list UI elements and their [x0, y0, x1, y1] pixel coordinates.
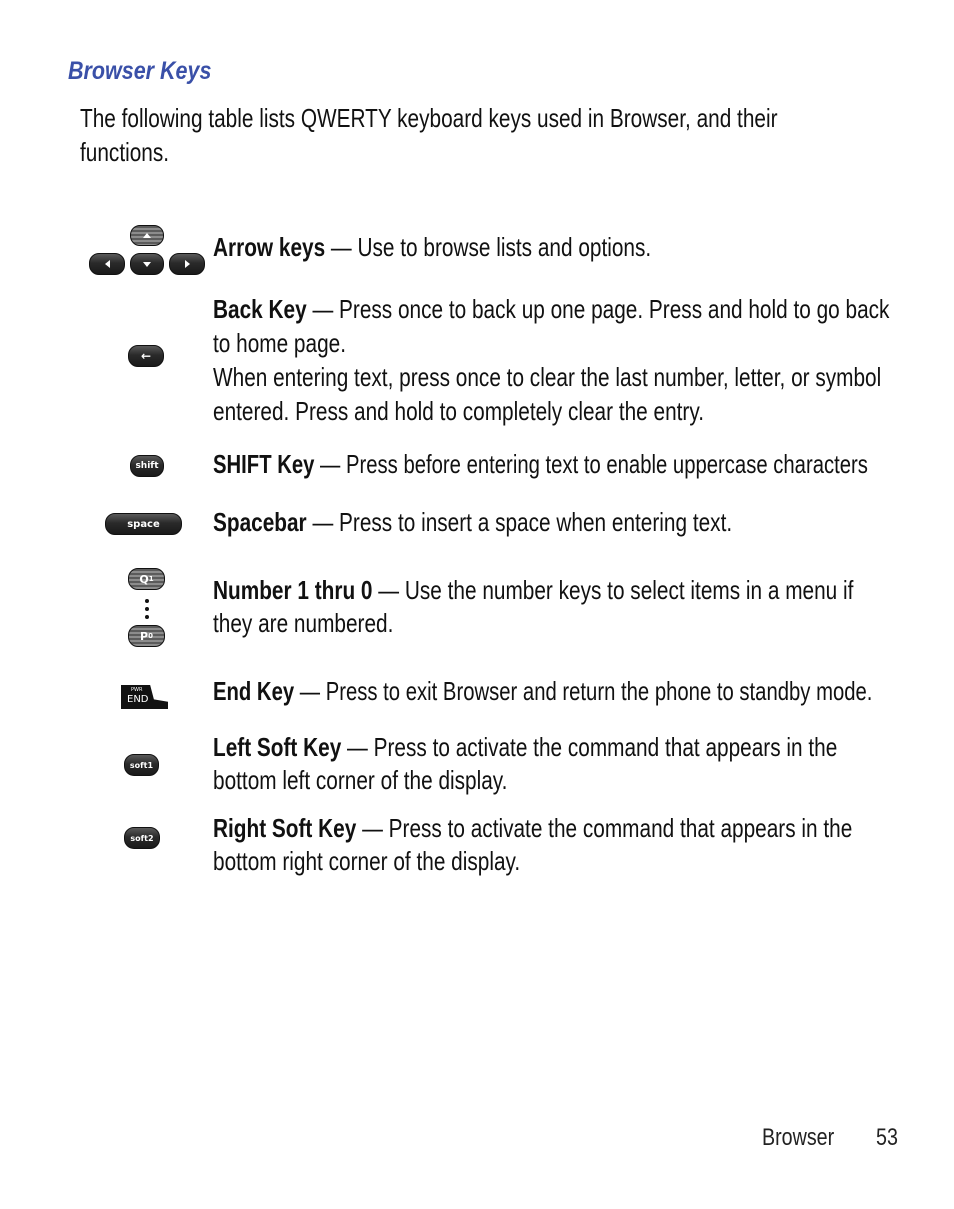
term: SHIFT Key — [213, 449, 315, 479]
q-1-key: Q1 — [128, 568, 165, 590]
left-soft-key-icon: soft1 — [124, 754, 159, 776]
row-end-key: End Key — Press to exit Browser and retu… — [213, 676, 873, 706]
down-arrow-key — [130, 253, 164, 275]
term: Right Soft Key — [213, 813, 357, 843]
p-0-key: P0 — [128, 625, 165, 647]
term: Number 1 thru 0 — [213, 575, 373, 605]
row-arrow-keys: Arrow keys — Use to browse lists and opt… — [213, 232, 652, 262]
section-heading: Browser Keys — [68, 57, 212, 85]
term: End Key — [213, 676, 295, 706]
right-soft-key-icon: soft2 — [124, 827, 160, 849]
right-arrow-key — [169, 253, 205, 275]
row-spacebar: Spacebar — Press to insert a space when … — [213, 507, 733, 537]
term: Arrow keys — [213, 232, 326, 262]
page-number: 53 — [876, 1124, 898, 1151]
back-key-icon: ← — [128, 345, 164, 367]
arrow-keys-icon — [89, 225, 207, 277]
term: Back Key — [213, 294, 307, 324]
term: Spacebar — [213, 507, 307, 537]
term: Left Soft Key — [213, 732, 342, 762]
number-keys-icon: Q1 P0 — [128, 568, 166, 650]
row-shift-key: SHIFT Key — Press before entering text t… — [213, 449, 868, 479]
up-arrow-key — [130, 225, 164, 246]
left-arrow-key — [89, 253, 125, 275]
spacebar-icon: space — [105, 513, 182, 535]
end-key-icon: PWR END — [121, 685, 168, 709]
intro-paragraph: The following table lists QWERTY keyboar… — [80, 103, 778, 167]
footer-section: Browser — [762, 1124, 835, 1151]
shift-key-icon: shift — [130, 455, 164, 477]
